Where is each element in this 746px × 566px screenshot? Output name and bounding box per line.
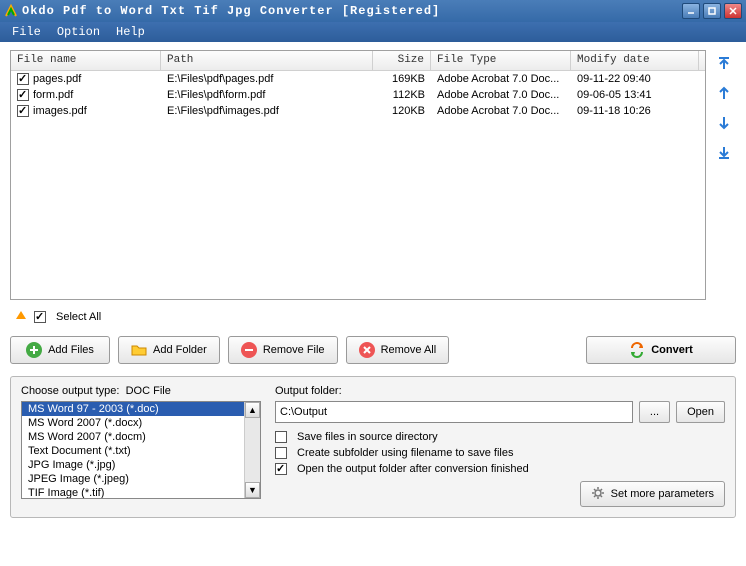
set-more-parameters-button[interactable]: Set more parameters [580, 481, 725, 507]
row-date: 09-11-22 09:40 [571, 73, 699, 85]
row-filename: images.pdf [33, 105, 87, 117]
convert-button[interactable]: Convert [586, 336, 736, 364]
table-row[interactable]: pages.pdf E:\Files\pdf\pages.pdf169KBAdob… [11, 71, 705, 87]
open-after-label: Open the output folder after conversion … [297, 463, 529, 475]
move-down-button[interactable] [715, 114, 733, 132]
output-type-label: Choose output type: DOC File [21, 385, 261, 397]
open-after-checkbox[interactable] [275, 463, 287, 475]
output-type-option[interactable]: TIF Image (*.tif) [22, 486, 244, 498]
row-path: E:\Files\pdf\form.pdf [161, 89, 373, 101]
add-folder-button[interactable]: Add Folder [118, 336, 220, 364]
remove-icon [241, 342, 257, 358]
row-checkbox[interactable] [17, 89, 29, 101]
col-header-date[interactable]: Modify date [571, 51, 699, 70]
output-folder-input[interactable] [275, 401, 633, 423]
move-up-button[interactable] [715, 84, 733, 102]
convert-icon [629, 342, 645, 358]
col-header-path[interactable]: Path [161, 51, 373, 70]
table-row[interactable]: images.pdf E:\Files\pdf\images.pdf120KBAd… [11, 103, 705, 119]
file-list-header: File name Path Size File Type Modify dat… [11, 51, 705, 71]
gear-icon [591, 486, 605, 503]
add-icon [26, 342, 42, 358]
scroll-track[interactable] [245, 418, 260, 482]
open-folder-button[interactable]: Open [676, 401, 725, 423]
minimize-button[interactable] [682, 3, 700, 19]
col-header-type[interactable]: File Type [431, 51, 571, 70]
row-size: 120KB [373, 105, 431, 117]
row-date: 09-11-18 10:26 [571, 105, 699, 117]
row-checkbox[interactable] [17, 73, 29, 85]
create-subfolder-checkbox[interactable] [275, 447, 287, 459]
output-type-option[interactable]: MS Word 2007 (*.docm) [22, 430, 244, 444]
row-date: 09-06-05 13:41 [571, 89, 699, 101]
scroll-down-button[interactable]: ▼ [245, 482, 260, 498]
output-type-option[interactable]: JPG Image (*.jpg) [22, 458, 244, 472]
up-arrow-icon [14, 309, 28, 326]
create-subfolder-label: Create subfolder using filename to save … [297, 447, 513, 459]
save-in-source-checkbox[interactable] [275, 431, 287, 443]
row-size: 112KB [373, 89, 431, 101]
remove-all-button[interactable]: Remove All [346, 336, 450, 364]
folder-icon [131, 342, 147, 358]
window-title: Okdo Pdf to Word Txt Tif Jpg Converter [… [22, 4, 682, 18]
menubar: File Option Help [0, 22, 746, 42]
file-list[interactable]: File name Path Size File Type Modify dat… [10, 50, 706, 300]
maximize-button[interactable] [703, 3, 721, 19]
row-type: Adobe Acrobat 7.0 Doc... [431, 105, 571, 117]
browse-button[interactable]: ... [639, 401, 670, 423]
remove-all-icon [359, 342, 375, 358]
select-all-checkbox[interactable] [34, 311, 46, 323]
output-type-option[interactable]: Text Document (*.txt) [22, 444, 244, 458]
remove-file-button[interactable]: Remove File [228, 336, 338, 364]
col-header-name[interactable]: File name [11, 51, 161, 70]
row-path: E:\Files\pdf\images.pdf [161, 105, 373, 117]
save-in-source-label: Save files in source directory [297, 431, 438, 443]
row-checkbox[interactable] [17, 105, 29, 117]
listbox-scrollbar[interactable]: ▲ ▼ [244, 402, 260, 498]
output-type-option[interactable]: MS Word 97 - 2003 (*.doc) [22, 402, 244, 416]
col-header-size[interactable]: Size [373, 51, 431, 70]
titlebar: Okdo Pdf to Word Txt Tif Jpg Converter [… [0, 0, 746, 22]
row-path: E:\Files\pdf\pages.pdf [161, 73, 373, 85]
close-button[interactable] [724, 3, 742, 19]
menu-help[interactable]: Help [110, 23, 151, 41]
row-type: Adobe Acrobat 7.0 Doc... [431, 89, 571, 101]
select-all-label: Select All [56, 311, 101, 323]
row-filename: pages.pdf [33, 73, 81, 85]
app-logo-icon [4, 4, 18, 18]
output-type-listbox[interactable]: MS Word 97 - 2003 (*.doc)MS Word 2007 (*… [21, 401, 261, 499]
output-type-option[interactable]: JPEG Image (*.jpeg) [22, 472, 244, 486]
scroll-up-button[interactable]: ▲ [245, 402, 260, 418]
menu-file[interactable]: File [6, 23, 47, 41]
table-row[interactable]: form.pdf E:\Files\pdf\form.pdf112KBAdobe … [11, 87, 705, 103]
output-folder-label: Output folder: [275, 385, 725, 397]
row-size: 169KB [373, 73, 431, 85]
menu-option[interactable]: Option [51, 23, 106, 41]
output-type-option[interactable]: MS Word 2007 (*.docx) [22, 416, 244, 430]
move-top-button[interactable] [715, 54, 733, 72]
row-filename: form.pdf [33, 89, 73, 101]
add-files-button[interactable]: Add Files [10, 336, 110, 364]
row-type: Adobe Acrobat 7.0 Doc... [431, 73, 571, 85]
move-bottom-button[interactable] [715, 144, 733, 162]
